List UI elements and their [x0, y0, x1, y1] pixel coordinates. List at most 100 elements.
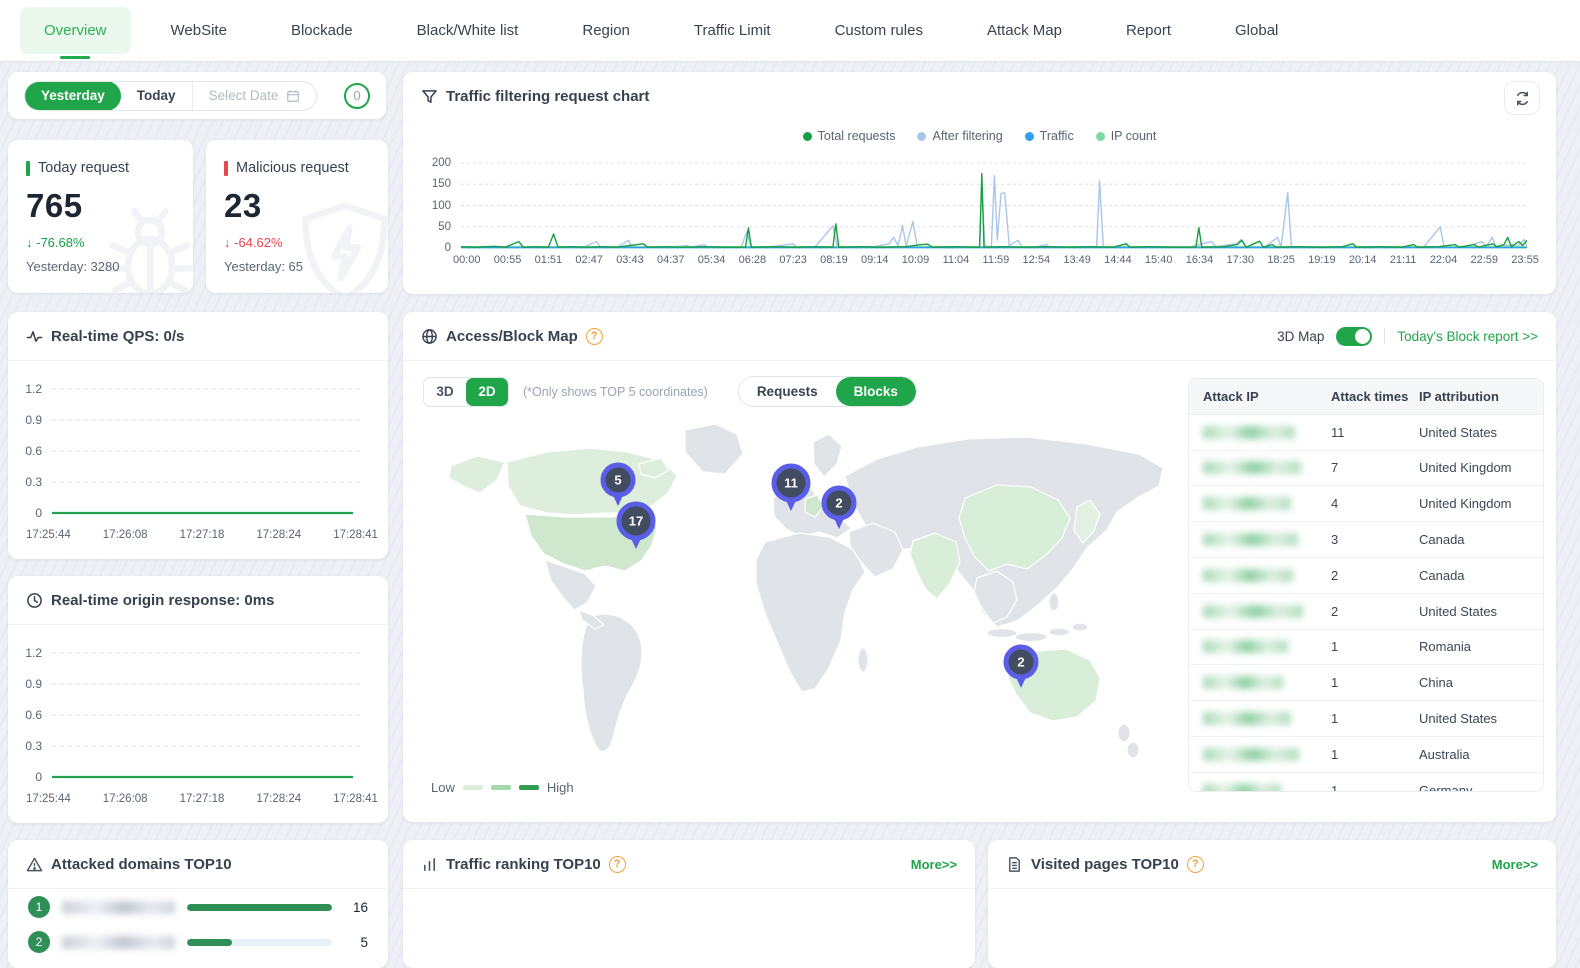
notification-count-badge[interactable]: 0 [344, 83, 370, 109]
domain-bar-fill [187, 904, 332, 911]
legend-item[interactable]: Traffic [1025, 129, 1074, 143]
legend-item[interactable]: After filtering [917, 129, 1002, 143]
series-after-filtering [461, 176, 1527, 247]
qps-chart[interactable]: 1.20.90.60.30 17:25:4417:26:0817:27:1817… [8, 361, 388, 557]
attack-ip-table[interactable]: Attack IP Attack times IP attribution 11… [1188, 378, 1544, 792]
refresh-button[interactable] [1504, 81, 1540, 115]
blurred-attack-ip [1203, 784, 1281, 792]
help-icon[interactable]: ? [1187, 856, 1204, 873]
traffic-chart-plot[interactable] [461, 160, 1527, 250]
date-range-segmented-control: Yesterday Today Select Date [24, 81, 317, 111]
help-icon[interactable]: ? [609, 856, 626, 873]
attack-table-row[interactable]: 4United Kingdom [1189, 486, 1543, 522]
x-tick: 07:23 [779, 254, 807, 266]
green-marker [26, 161, 30, 176]
nav-tab-custom-rules[interactable]: Custom rules [811, 7, 947, 54]
attack-table-row[interactable]: 2United States [1189, 594, 1543, 630]
malicious-request-card: Malicious request 23 ↓ -64.62% Yesterday… [206, 140, 388, 293]
realtime-origin-card: Real-time origin response: 0ms 1.20.90.6… [8, 576, 388, 823]
attack-table-row[interactable]: 2Canada [1189, 558, 1543, 594]
today-request-value: 765 [26, 187, 175, 225]
ip-attribution-cell: China [1419, 675, 1529, 690]
chart-legend: Total requests After filtering Traffic IP c… [403, 129, 1556, 143]
ip-attribution-cell: Australia [1419, 747, 1529, 762]
ip-attribution-cell: Germany [1419, 783, 1529, 792]
document-icon [1006, 856, 1023, 873]
todays-block-report-link[interactable]: Today's Block report >> [1397, 329, 1538, 344]
map-3d-button[interactable]: 3D [424, 378, 466, 406]
legend-dot [803, 132, 812, 141]
nav-tab-global[interactable]: Global [1211, 7, 1302, 54]
blurred-domain-name [62, 936, 175, 949]
attack-table-row[interactable]: 1Australia [1189, 737, 1543, 773]
x-tick: 14:44 [1104, 254, 1132, 266]
blurred-attack-ip [1203, 426, 1295, 439]
attack-table-row[interactable]: 7United Kingdom [1189, 451, 1543, 487]
nav-tab-region[interactable]: Region [558, 7, 654, 54]
attack-table-row[interactable]: 1United States [1189, 701, 1543, 737]
x-tick: 17:28:24 [256, 529, 301, 541]
blurred-attack-ip [1203, 640, 1288, 653]
attack-times-cell: 1 [1331, 747, 1419, 762]
svg-text:17: 17 [629, 514, 643, 529]
date-filter-card: Yesterday Today Select Date 0 [8, 72, 386, 119]
attack-table-row[interactable]: 1Germany [1189, 773, 1543, 792]
nav-tab-website[interactable]: WebSite [147, 7, 251, 54]
ip-attribution-cell: United States [1419, 604, 1529, 619]
blocks-button[interactable]: Blocks [836, 377, 916, 406]
x-tick: 06:28 [739, 254, 767, 266]
attack-table-row[interactable]: 11United States [1189, 415, 1543, 451]
x-tick: 17:25:44 [26, 529, 71, 541]
nav-tab-overview[interactable]: Overview [20, 7, 131, 54]
legend-dot [917, 132, 926, 141]
nav-tab-traffic-limit[interactable]: Traffic Limit [670, 7, 795, 54]
domain-bar-track [187, 939, 332, 946]
blurred-attack-ip [1203, 748, 1299, 761]
nav-tab-blockade[interactable]: Blockade [267, 7, 377, 54]
today-button[interactable]: Today [121, 81, 192, 111]
x-tick: 15:40 [1145, 254, 1173, 266]
traffic-ranking-more-link[interactable]: More>> [911, 857, 957, 872]
attack-table-row[interactable]: 1Romania [1189, 630, 1543, 666]
help-icon[interactable]: ? [586, 328, 603, 345]
world-map[interactable]: 5171122 [417, 420, 1173, 792]
attack-table-row[interactable]: 1China [1189, 665, 1543, 701]
origin-chart[interactable]: 1.20.90.60.30 17:25:4417:26:0817:27:1817… [8, 625, 388, 821]
map-note: (*Only shows TOP 5 coordinates) [523, 385, 708, 399]
blurred-attack-ip [1203, 605, 1303, 618]
x-axis-labels: 00:0000:5501:5102:4703:4304:3705:3406:28… [453, 254, 1539, 266]
legend-item[interactable]: IP count [1096, 129, 1157, 143]
x-tick: 09:14 [861, 254, 889, 266]
attack-times-cell: 11 [1331, 425, 1419, 440]
map-3d-toggle-label: 3D Map [1277, 329, 1324, 344]
rank-badge: 1 [28, 896, 50, 918]
origin-x-labels: 17:25:4417:26:0817:27:1817:28:2417:28:41 [26, 793, 378, 805]
legend-label: Total requests [818, 129, 896, 143]
nav-tab-black-white-list[interactable]: Black/White list [393, 7, 543, 54]
requests-blocks-segmented: Requests Blocks [738, 376, 917, 407]
attack-times-cell: 4 [1331, 496, 1419, 511]
map-title: Access/Block Map [446, 328, 578, 345]
map-2d-button[interactable]: 2D [466, 378, 508, 406]
attack-table-row[interactable]: 3Canada [1189, 522, 1543, 558]
blurred-attack-ip [1203, 712, 1291, 725]
requests-button[interactable]: Requests [739, 377, 836, 406]
visited-pages-more-link[interactable]: More>> [1492, 857, 1538, 872]
attack-table-header: Attack IP Attack times IP attribution [1189, 379, 1543, 415]
domain-attack-count: 5 [344, 935, 368, 950]
legend-item[interactable]: Total requests [803, 129, 896, 143]
select-date-button[interactable]: Select Date [192, 81, 317, 111]
svg-text:2: 2 [835, 496, 842, 511]
blurred-attack-ip [1203, 533, 1298, 546]
map-3d-toggle[interactable] [1336, 327, 1372, 346]
attacked-domain-row[interactable]: 25 [8, 924, 388, 959]
yesterday-button[interactable]: Yesterday [25, 81, 121, 111]
clock-icon [26, 592, 43, 609]
x-tick: 23:55 [1511, 254, 1539, 266]
attacked-domain-row[interactable]: 116 [8, 889, 388, 924]
x-tick: 17:25:44 [26, 793, 71, 805]
red-marker [224, 161, 228, 176]
attacked-domains-card: Attacked domains TOP10 11625 [8, 840, 388, 968]
nav-tab-attack-map[interactable]: Attack Map [963, 7, 1086, 54]
nav-tab-report[interactable]: Report [1102, 7, 1195, 54]
